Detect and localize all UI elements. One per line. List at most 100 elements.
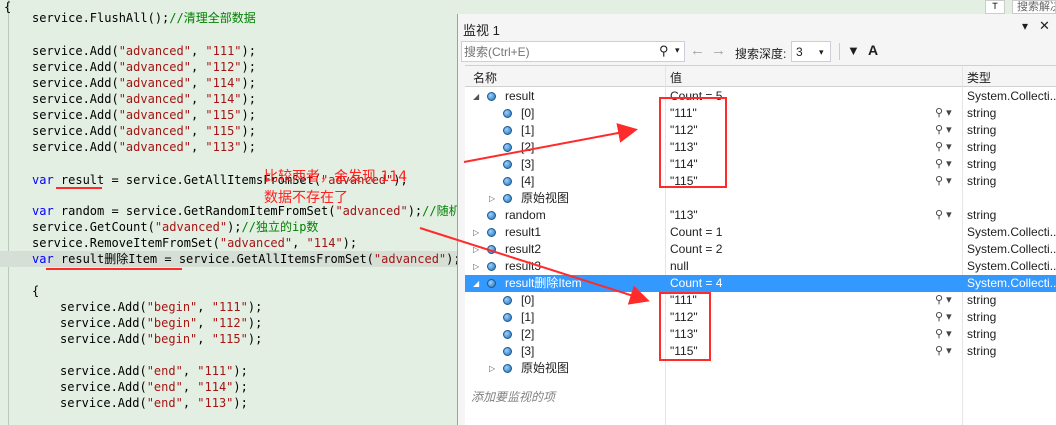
watch-row[interactable]: ▷ 原始视图 xyxy=(465,360,1056,377)
font-icon[interactable]: A xyxy=(868,42,878,58)
visualizer-icon[interactable]: ⚲ ▾ xyxy=(935,105,952,122)
watch-row[interactable]: [1] "112" ⚲ ▾ string xyxy=(465,309,1056,326)
code-token: //随机获取 xyxy=(422,204,460,218)
column-header-type[interactable]: 类型 xyxy=(967,69,991,86)
code-line: var result删除Item = service.GetAllItemsFr… xyxy=(0,251,460,267)
corner-toolbar-button[interactable]: ⊤ xyxy=(985,0,1005,14)
code-token: ); xyxy=(233,396,248,410)
watch-row[interactable]: ▷ 原始视图 xyxy=(465,190,1056,207)
watch-row[interactable]: [2] "113" ⚲ ▾ string xyxy=(465,326,1056,343)
watch-row-value[interactable]: Count = 2 xyxy=(670,241,930,258)
solution-search-box[interactable]: 搜索解决方案 xyxy=(1012,0,1056,14)
visualizer-icon[interactable]: ⚲ ▾ xyxy=(935,156,952,173)
visualizer-icon[interactable]: ⚲ ▾ xyxy=(935,139,952,156)
search-icon[interactable]: ⚲ xyxy=(659,43,669,59)
object-icon xyxy=(503,194,512,203)
expand-closed-icon[interactable]: ▷ xyxy=(473,224,479,241)
watch-window[interactable]: 监视 1 ▾ ✕ ⚲ ▾ ← → 搜索深度: 3 ▾ ▼ A 名称 值 类型 ◢… xyxy=(457,14,1056,425)
watch-row[interactable]: [3] "115" ⚲ ▾ string xyxy=(465,343,1056,360)
watch-row[interactable]: [2] "113" ⚲ ▾ string xyxy=(465,139,1056,156)
code-token: service.Add( xyxy=(32,124,119,138)
watch-row[interactable]: [1] "112" ⚲ ▾ string xyxy=(465,122,1056,139)
code-token: , xyxy=(182,380,198,394)
watch-row-value[interactable]: Count = 4 xyxy=(670,275,930,292)
expand-closed-icon[interactable]: ▷ xyxy=(473,258,479,275)
expand-open-icon[interactable]: ◢ xyxy=(473,275,479,292)
watch-row-value[interactable]: "113" xyxy=(670,207,930,224)
code-token: , xyxy=(190,60,206,74)
object-icon xyxy=(503,126,512,135)
watch-row[interactable]: ◢ result Count = 5 System.Collecti... xyxy=(465,88,1056,105)
code-token: "advanced" xyxy=(118,92,191,106)
chevron-down-icon[interactable]: ▾ xyxy=(675,45,680,56)
watch-row-name: result1 xyxy=(505,225,542,239)
expand-closed-icon[interactable]: ▷ xyxy=(489,360,495,377)
watch-row-name: [2] xyxy=(521,327,535,341)
code-token: "111" xyxy=(197,364,234,378)
visualizer-icon[interactable]: ⚲ ▾ xyxy=(935,343,952,360)
code-token: "113" xyxy=(205,140,242,154)
visualizer-icon[interactable]: ⚲ ▾ xyxy=(935,326,952,343)
watch-row[interactable]: [0] "111" ⚲ ▾ string xyxy=(465,292,1056,309)
code-token: "115" xyxy=(205,124,242,138)
expand-closed-icon[interactable]: ▷ xyxy=(473,241,479,258)
watch-row-value[interactable]: Count = 1 xyxy=(670,224,930,241)
code-editor[interactable]: { service.FlushAll();//清理全部数据 service.Add… xyxy=(0,0,460,425)
watch-row-value[interactable] xyxy=(670,190,930,207)
expand-closed-icon[interactable]: ▷ xyxy=(489,190,495,207)
watch-row-name: [0] xyxy=(521,106,535,120)
watch-grid[interactable]: 名称 值 类型 ◢ result Count = 5 System.Collecti.… xyxy=(465,65,1056,425)
watch-row[interactable]: ▷ result1 Count = 1 System.Collecti... xyxy=(465,224,1056,241)
watch-row[interactable]: [4] "115" ⚲ ▾ string xyxy=(465,173,1056,190)
watch-row-value[interactable]: null xyxy=(670,258,930,275)
code-token: "end" xyxy=(146,396,183,410)
watch-row[interactable]: [0] "111" ⚲ ▾ string xyxy=(465,105,1056,122)
code-token: "begin" xyxy=(146,316,198,330)
expand-open-icon[interactable]: ◢ xyxy=(473,88,479,105)
grid-header: 名称 值 类型 xyxy=(465,66,1056,87)
watch-row[interactable]: [3] "114" ⚲ ▾ string xyxy=(465,156,1056,173)
highlight-box-result xyxy=(659,97,727,188)
watch-row[interactable]: random "113" ⚲ ▾ string xyxy=(465,207,1056,224)
code-token: , xyxy=(292,236,307,250)
visualizer-icon[interactable]: ⚲ ▾ xyxy=(935,173,952,190)
arrow-right-icon[interactable]: → xyxy=(711,42,726,59)
search-depth-select[interactable]: 3 ▾ xyxy=(791,41,831,62)
column-header-name[interactable]: 名称 xyxy=(473,69,497,86)
code-line: service.Add("advanced", "114"); xyxy=(0,75,256,91)
code-token: , xyxy=(190,124,206,138)
code-token: service.FlushAll(); xyxy=(32,11,170,25)
visualizer-icon[interactable]: ⚲ ▾ xyxy=(935,207,952,224)
window-menu-icon[interactable]: ▾ xyxy=(1022,19,1028,33)
watch-row[interactable]: ▷ result2 Count = 2 System.Collecti... xyxy=(465,241,1056,258)
close-icon[interactable]: ✕ xyxy=(1039,18,1050,34)
watch-row-name: result3 xyxy=(505,259,542,273)
code-token: var xyxy=(32,252,61,266)
arrow-left-icon[interactable]: ← xyxy=(690,42,705,59)
search-depth-value: 3 xyxy=(796,45,803,59)
visualizer-icon[interactable]: ⚲ ▾ xyxy=(935,309,952,326)
code-line: service.Add("advanced", "113"); xyxy=(0,139,256,155)
watch-search-box[interactable]: ⚲ ▾ xyxy=(461,41,685,62)
column-header-value[interactable]: 值 xyxy=(670,69,682,86)
annotation-text-line2: 数据不存在了 xyxy=(264,190,348,206)
visualizer-icon[interactable]: ⚲ ▾ xyxy=(935,292,952,309)
add-watch-item[interactable]: 添加要监视的项 xyxy=(471,388,555,405)
code-token: , xyxy=(190,140,206,154)
watch-row[interactable]: ▷ result3 null System.Collecti... xyxy=(465,258,1056,275)
watch-row[interactable]: ◢ result删除Item Count = 4 System.Collecti... xyxy=(465,275,1056,292)
code-token: "begin" xyxy=(146,332,198,346)
code-token: service.Add( xyxy=(60,380,147,394)
code-token: service.Add( xyxy=(32,108,119,122)
code-token: var xyxy=(32,173,61,187)
code-line: service.FlushAll();//清理全部数据 xyxy=(0,10,256,26)
visualizer-icon[interactable]: ⚲ ▾ xyxy=(935,122,952,139)
code-line: var random = service.GetRandomItemFromSe… xyxy=(0,203,460,219)
watch-search-input[interactable] xyxy=(464,43,644,60)
code-token: ); xyxy=(227,220,242,234)
object-icon xyxy=(503,347,512,356)
watch-row-value[interactable] xyxy=(670,360,930,377)
filter-icon[interactable]: ▼ xyxy=(847,43,860,58)
code-line: service.GetCount("advanced");//独立的ip数 xyxy=(0,219,318,235)
code-line: service.RemoveItemFromSet("advanced", "1… xyxy=(0,235,357,251)
